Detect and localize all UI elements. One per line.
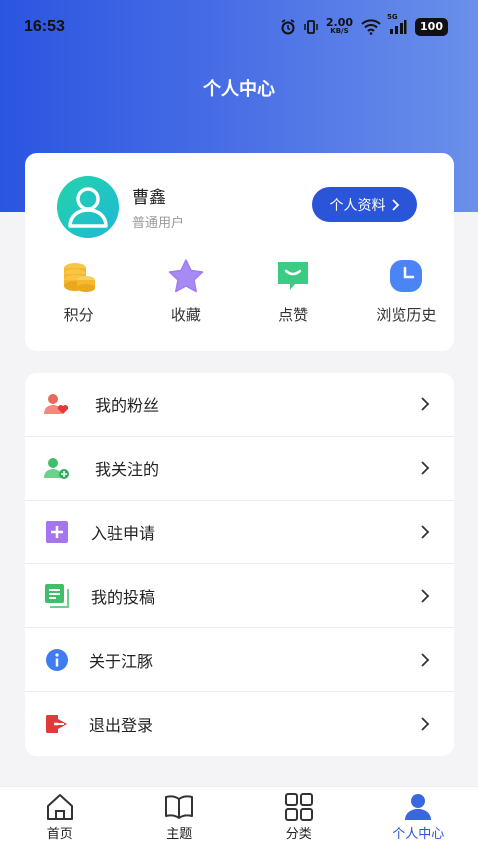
tab-categories[interactable]: 分类 bbox=[239, 787, 359, 850]
stat-history[interactable]: 浏览历史 bbox=[347, 258, 454, 325]
grid-icon bbox=[284, 792, 314, 822]
tab-label: 首页 bbox=[46, 827, 73, 842]
user-name: 曹鑫 bbox=[132, 188, 166, 208]
user-avatar-icon[interactable] bbox=[57, 176, 119, 238]
menu-item-logout[interactable]: 退出登录 bbox=[25, 692, 454, 756]
info-icon bbox=[43, 646, 71, 674]
status-icons: 2.00 KB/S 5G 100 bbox=[280, 13, 448, 36]
user-role: 普通用户 bbox=[132, 216, 185, 231]
status-bar: 16:53 2.00 KB/S 5G 100 bbox=[0, 0, 478, 56]
stat-likes[interactable]: 点赞 bbox=[240, 258, 347, 325]
chevron-right-icon bbox=[421, 589, 430, 603]
net-speed-value: 2.00 bbox=[325, 16, 354, 29]
tab-topics[interactable]: 主题 bbox=[120, 787, 240, 850]
vibrate-icon bbox=[304, 19, 318, 35]
profile-card: 曹鑫 普通用户 个人资料 积分 收藏 点赞 浏览历史 bbox=[25, 153, 454, 351]
stat-label: 点赞 bbox=[278, 306, 309, 324]
star-icon bbox=[168, 258, 204, 294]
stat-favorites[interactable]: 收藏 bbox=[132, 258, 239, 325]
chevron-right-icon bbox=[421, 461, 430, 475]
tab-profile[interactable]: 个人中心 bbox=[359, 787, 478, 850]
status-time: 16:53 bbox=[24, 18, 65, 35]
menu-item-about[interactable]: 关于江豚 bbox=[25, 628, 454, 692]
menu-item-label: 我关注的 bbox=[95, 460, 160, 480]
chevron-right-icon bbox=[421, 525, 430, 539]
chevron-right-icon bbox=[421, 717, 430, 731]
net-speed-unit: KB/S bbox=[330, 27, 349, 35]
tab-label: 主题 bbox=[166, 827, 193, 842]
menu-item-fans[interactable]: 我的粉丝 bbox=[25, 373, 454, 437]
document-icon bbox=[43, 582, 71, 610]
chevron-right-icon bbox=[421, 652, 430, 667]
profile-button-label: 个人资料 bbox=[329, 197, 386, 214]
wifi-icon bbox=[361, 19, 381, 35]
home-icon bbox=[45, 792, 75, 822]
clock-icon bbox=[388, 258, 424, 294]
signal-icon: 5G bbox=[387, 13, 407, 35]
menu-item-apply[interactable]: 入驻申请 bbox=[25, 501, 454, 565]
chat-like-icon bbox=[275, 258, 311, 294]
menu-item-label: 退出登录 bbox=[89, 715, 154, 735]
profile-details-button[interactable]: 个人资料 bbox=[312, 187, 417, 222]
menu-item-label: 关于江豚 bbox=[89, 651, 154, 671]
menu-item-label: 入驻申请 bbox=[91, 523, 156, 543]
chevron-right-icon bbox=[391, 198, 399, 211]
network-type: 5G bbox=[387, 13, 398, 21]
network-speed: 2.00 KB/S bbox=[325, 16, 354, 36]
logout-icon bbox=[43, 710, 71, 738]
battery-indicator: 100 bbox=[415, 18, 448, 36]
bottom-tab-bar: 首页 主题 分类 个人中心 bbox=[0, 786, 478, 850]
person-icon bbox=[403, 792, 433, 822]
stats-row: 积分 收藏 点赞 浏览历史 bbox=[25, 258, 454, 325]
chevron-right-icon bbox=[421, 397, 430, 412]
coins-icon bbox=[61, 258, 97, 294]
alarm-icon bbox=[280, 19, 296, 35]
menu-item-label: 我的粉丝 bbox=[95, 396, 160, 416]
menu-list: 我的粉丝 我关注的 入驻申请 我的投稿 关于江豚 退出登录 bbox=[25, 373, 454, 756]
stat-points[interactable]: 积分 bbox=[25, 258, 132, 325]
menu-item-label: 我的投稿 bbox=[91, 587, 156, 607]
menu-item-following[interactable]: 我关注的 bbox=[25, 437, 454, 501]
tab-label: 个人中心 bbox=[392, 827, 445, 842]
menu-item-submissions[interactable]: 我的投稿 bbox=[25, 564, 454, 629]
apply-plus-icon bbox=[43, 518, 71, 546]
stat-label: 浏览历史 bbox=[376, 306, 437, 324]
stat-label: 积分 bbox=[63, 306, 94, 324]
fans-icon bbox=[43, 390, 71, 418]
page-title: 个人中心 bbox=[203, 79, 275, 100]
tab-label: 分类 bbox=[285, 827, 312, 842]
follow-icon bbox=[43, 454, 71, 482]
book-icon bbox=[164, 792, 194, 822]
tab-home[interactable]: 首页 bbox=[0, 787, 120, 850]
stat-label: 收藏 bbox=[170, 306, 201, 324]
